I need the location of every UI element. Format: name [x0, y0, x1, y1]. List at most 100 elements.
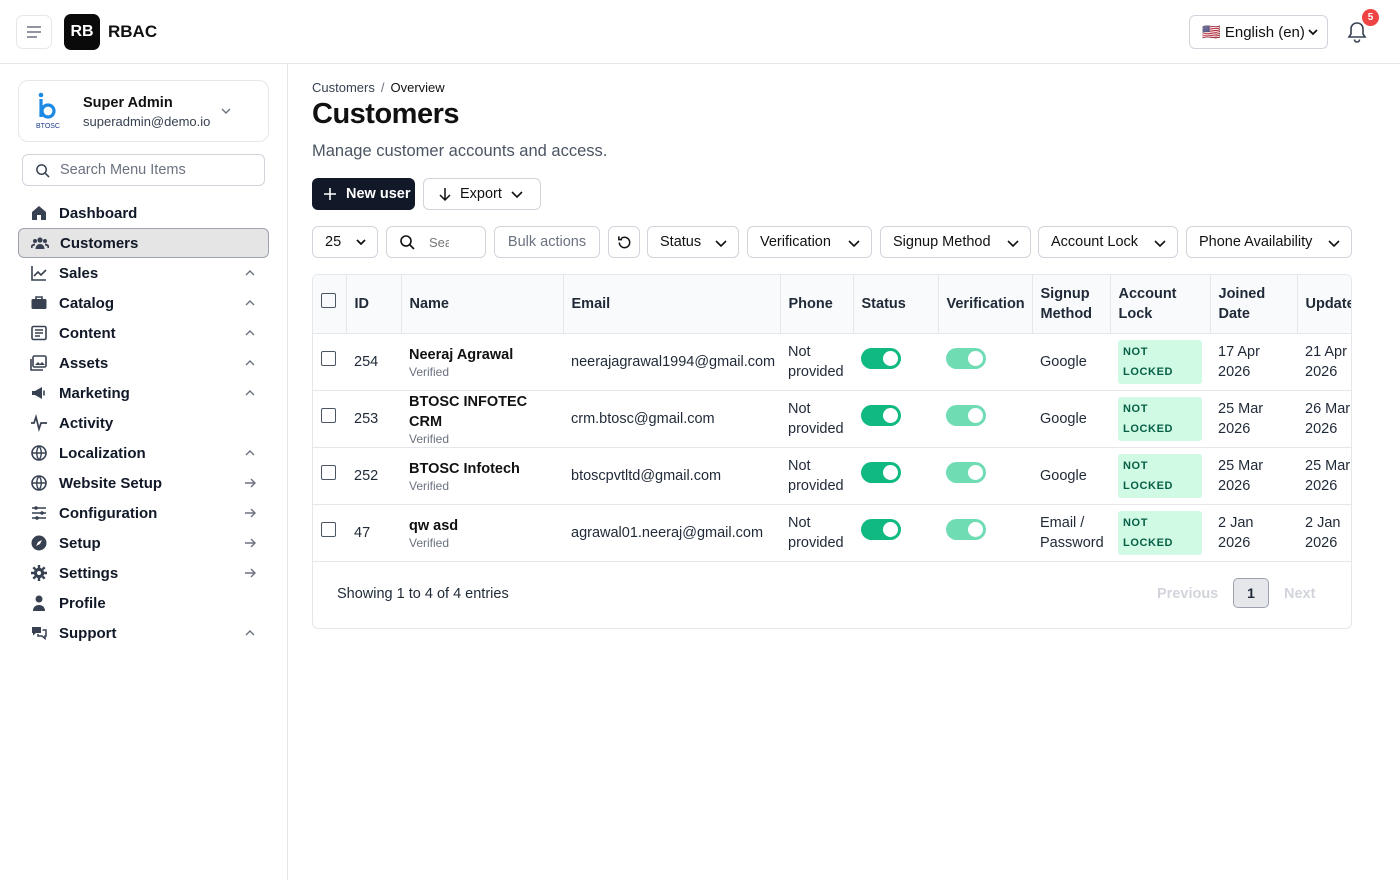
verification-toggle[interactable] [946, 405, 986, 426]
filter-account-lock[interactable]: Account Lock [1038, 226, 1178, 258]
user-name: Super Admin [83, 95, 173, 111]
search-icon [36, 163, 50, 178]
page-1-button[interactable]: 1 [1233, 578, 1269, 608]
table-row[interactable]: 47 qw asd Verified agrawal01.neeraj@gmail.c… [313, 504, 1351, 562]
export-button[interactable]: Export [423, 178, 541, 210]
chevron-down-icon [715, 240, 727, 248]
sidebar-item-content[interactable]: Content [18, 318, 269, 348]
sidebar-item-label: Settings [59, 564, 119, 582]
sidebar-item-label: Profile [59, 594, 106, 612]
sidebar-item-label: Website Setup [59, 474, 163, 492]
sidebar-item-assets[interactable]: Assets [18, 348, 269, 378]
chevron-down-icon [1154, 240, 1166, 248]
table-search-input[interactable] [429, 234, 449, 250]
row-checkbox[interactable] [321, 465, 336, 480]
top-bar: RB RBAC 🇺🇸 English (en) 5 [0, 0, 1400, 64]
users-icon [31, 234, 49, 252]
sidebar-item-localization[interactable]: Localization [18, 438, 269, 468]
customer-name[interactable]: qw asd [409, 516, 555, 536]
table-footer: Showing 1 to 4 of 4 entries Previous 1 N… [313, 561, 1351, 628]
sidebar-item-activity[interactable]: Activity [18, 408, 269, 438]
status-toggle[interactable] [861, 405, 901, 426]
filter-verification[interactable]: Verification [747, 226, 872, 258]
column-header[interactable]: Account Lock [1110, 275, 1211, 334]
name-cell: qw asd Verified [401, 504, 563, 562]
column-header[interactable]: Verification [938, 275, 1033, 334]
table-row[interactable]: 254 Neeraj Agrawal Verified neerajagrawal19… [313, 333, 1351, 391]
filter-signup-method[interactable]: Signup Method [880, 226, 1031, 258]
chevron-up-icon [245, 270, 255, 276]
chevron-down-icon [511, 191, 523, 199]
table-row[interactable]: 253 BTOSC INFOTEC CRM Verified crm.btosc@gm… [313, 390, 1351, 448]
customer-name[interactable]: Neeraj Agrawal [409, 345, 555, 365]
sidebar-item-marketing[interactable]: Marketing [18, 378, 269, 408]
chevron-down-icon [221, 108, 231, 114]
status-toggle[interactable] [861, 519, 901, 540]
sidebar-item-profile[interactable]: Profile [18, 588, 269, 618]
new-user-button[interactable]: New user [312, 178, 415, 210]
verified-label: Verified [409, 364, 450, 379]
sidebar-item-configuration[interactable]: Configuration [18, 498, 269, 528]
sidebar-item-label: Activity [59, 414, 114, 432]
verification-toggle[interactable] [946, 519, 986, 540]
column-header[interactable]: Updated [1297, 275, 1351, 334]
sidebar-item-sales[interactable]: Sales [18, 258, 269, 288]
phone-cell: Not provided [780, 390, 853, 448]
verification-toggle[interactable] [946, 348, 986, 369]
column-header[interactable]: Signup Method [1032, 275, 1111, 334]
hamburger-menu-button[interactable] [16, 15, 52, 49]
bulk-actions-label: Bulk actions [507, 234, 587, 250]
sidebar-search[interactable] [22, 154, 265, 186]
select-all-cell [313, 275, 347, 334]
user-card[interactable]: BTOSC Super Admin superadmin@demo.io [18, 80, 269, 142]
filter-status[interactable]: Status [647, 226, 739, 258]
column-header[interactable]: Joined Date [1210, 275, 1298, 334]
column-header[interactable]: Phone [780, 275, 854, 334]
customer-name[interactable]: BTOSC INFOTEC CRM [409, 392, 555, 432]
select-all-checkbox[interactable] [321, 293, 336, 309]
column-header[interactable]: ID [346, 275, 402, 334]
app-logo: RB [64, 14, 100, 50]
company-logo: BTOSC [36, 92, 60, 130]
megaphone-icon [30, 384, 48, 402]
next-page-button[interactable]: Next [1284, 586, 1315, 602]
hamburger-icon [27, 26, 41, 38]
home-icon [30, 204, 48, 222]
sidebar-search-input[interactable] [60, 162, 240, 178]
row-checkbox[interactable] [321, 408, 336, 423]
sidebar-item-catalog[interactable]: Catalog [18, 288, 269, 318]
row-checkbox[interactable] [321, 522, 336, 537]
status-toggle[interactable] [861, 462, 901, 483]
verification-toggle[interactable] [946, 462, 986, 483]
table-row[interactable]: 252 BTOSC Infotech Verified btoscpvtltd@gma… [313, 447, 1351, 505]
sidebar-item-support[interactable]: Support [18, 618, 269, 648]
sidebar-item-label: Dashboard [59, 204, 138, 222]
column-header[interactable]: Name [401, 275, 564, 334]
column-header[interactable]: Email [563, 275, 781, 334]
breadcrumb-item[interactable]: Customers [312, 80, 375, 95]
sidebar-item-dashboard[interactable]: Dashboard [18, 198, 269, 228]
table-search[interactable] [386, 226, 486, 258]
status-toggle[interactable] [861, 348, 901, 369]
id-cell: 47 [346, 504, 401, 562]
per-page-select[interactable]: 25 [312, 226, 378, 258]
gear-icon [30, 564, 48, 582]
bulk-actions-button[interactable]: Bulk actions [494, 226, 600, 258]
chevron-down-icon [848, 240, 860, 248]
sidebar-item-customers[interactable]: Customers [18, 228, 269, 258]
account-lock-cell: NOT LOCKED [1110, 447, 1210, 505]
language-select[interactable]: 🇺🇸 English (en) [1189, 15, 1328, 49]
row-checkbox[interactable] [321, 351, 336, 366]
sidebar-item-setup[interactable]: Setup [18, 528, 269, 558]
filter-phone-availability[interactable]: Phone Availability [1186, 226, 1352, 258]
chevron-down-icon [1308, 29, 1318, 36]
notification-badge: 5 [1362, 9, 1379, 26]
customer-name[interactable]: BTOSC Infotech [409, 459, 555, 479]
sidebar-item-settings[interactable]: Settings [18, 558, 269, 588]
arrow-right-icon [245, 538, 256, 548]
previous-page-button[interactable]: Previous [1157, 586, 1218, 602]
refresh-button[interactable] [608, 226, 640, 258]
email-cell: crm.btosc@gmail.com [563, 390, 780, 448]
sidebar-item-website-setup[interactable]: Website Setup [18, 468, 269, 498]
column-header[interactable]: Status [853, 275, 939, 334]
